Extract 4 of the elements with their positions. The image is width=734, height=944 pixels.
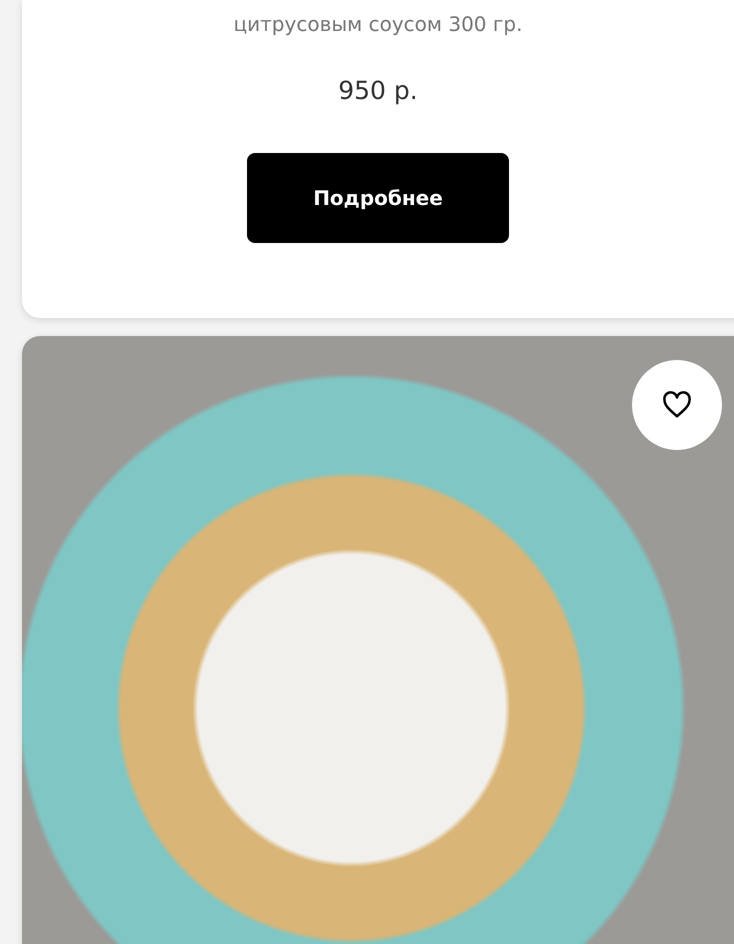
heart-icon [662, 391, 692, 419]
product-price: 950 р. [338, 76, 418, 105]
details-button[interactable]: Подробнее [247, 153, 509, 243]
product-description: цитрусовым соусом 300 гр. [234, 12, 522, 36]
